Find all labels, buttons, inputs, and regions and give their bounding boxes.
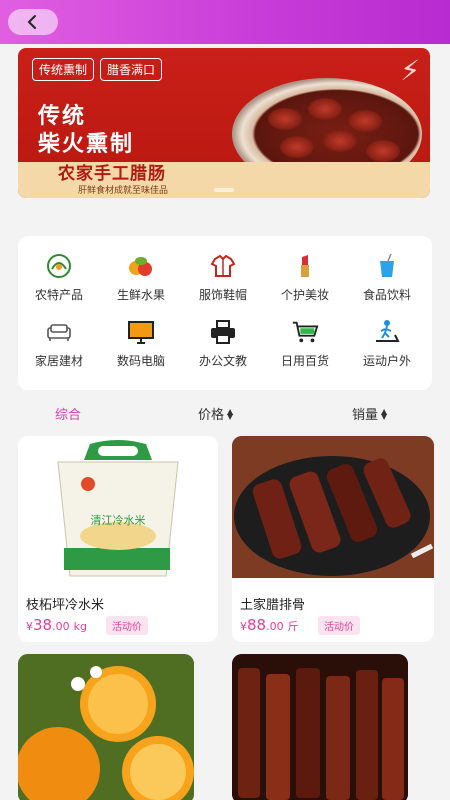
category-digital[interactable]: 数码电脑	[100, 318, 182, 378]
price-unit: kg	[73, 620, 87, 633]
category-office[interactable]: 办公文教	[182, 318, 264, 378]
category-label: 家居建材	[34, 354, 83, 368]
price-currency: ¥	[26, 620, 33, 633]
product-price: ¥ 88 .00 斤	[240, 616, 299, 634]
drink-cup-icon	[373, 252, 401, 280]
banner-fine-print: 肝鲜食材成就至味佳品	[78, 186, 169, 196]
banner-headline-line: 传统	[38, 103, 87, 129]
lipstick-icon	[291, 252, 319, 280]
product-card[interactable]: 土家腊排骨 ¥ 88 .00 斤 活动价	[232, 436, 434, 642]
price-unit: 斤	[287, 620, 299, 633]
category-label: 个护美妆	[280, 288, 329, 302]
sort-label: 综合	[55, 408, 82, 423]
category-label: 日用百货	[280, 354, 329, 368]
category-label: 运动户外	[362, 354, 411, 368]
product-image-cured-pork	[232, 654, 408, 800]
farm-product-icon	[45, 252, 73, 280]
category-food-drink[interactable]: 食品饮料	[346, 252, 428, 312]
clothing-icon	[209, 252, 237, 280]
promo-badge: 活动价	[318, 616, 360, 635]
banner-tag: 传统熏制	[32, 58, 95, 81]
category-fresh-fruit[interactable]: 生鲜水果	[100, 252, 182, 312]
price-decimal: .00	[52, 620, 70, 633]
lightning-icon: ⚡	[400, 54, 420, 87]
category-farm-products[interactable]: 农特产品	[18, 252, 100, 312]
banner-headline-line: 柴火熏制	[38, 131, 135, 157]
product-card[interactable]: 清江冷水米 枝柘坪冷水米 ¥ 38 .00 kg 活动价	[18, 436, 218, 642]
sausage-slice	[308, 98, 342, 120]
monitor-icon	[127, 318, 155, 346]
rice-bag-label: 清江冷水米	[90, 514, 146, 527]
category-label: 服饰鞋帽	[198, 288, 247, 302]
category-home-building[interactable]: 家居建材	[18, 318, 100, 378]
banner-headline: 传统 柴火熏制	[38, 102, 134, 158]
chevron-left-icon	[27, 15, 36, 29]
product-price: ¥ 38 .00 kg	[26, 616, 87, 634]
sausage-slice	[268, 108, 302, 130]
sort-comprehensive[interactable]: 综合	[55, 404, 81, 423]
category-label: 食品饮料	[362, 288, 411, 302]
sausage-slice	[323, 130, 357, 152]
product-title: 土家腊排骨	[240, 598, 306, 613]
sausage-slice	[348, 110, 382, 132]
product-image-oranges	[18, 654, 194, 800]
sort-label: 销量	[352, 408, 379, 423]
product-image-rice-bag	[18, 436, 218, 586]
sofa-icon	[45, 318, 73, 346]
sausage-slice	[280, 136, 314, 158]
category-label: 办公文教	[198, 354, 247, 368]
product-image-cured-ribs	[232, 436, 434, 578]
sort-sales[interactable]: 销量 ▲ ▼	[352, 404, 387, 423]
sort-price[interactable]: 价格 ▲ ▼	[198, 404, 233, 423]
banner-subhead: 农家手工腊肠	[58, 164, 166, 184]
shopping-cart-icon	[291, 318, 319, 346]
sort-label: 价格	[198, 408, 225, 423]
top-bar	[0, 0, 450, 44]
category-label: 数码电脑	[116, 354, 165, 368]
treadmill-icon	[373, 318, 401, 346]
banner-pager-indicator[interactable]	[214, 188, 234, 192]
product-card[interactable]	[18, 654, 194, 800]
banner-tag: 腊香满口	[100, 58, 163, 81]
category-label: 农特产品	[34, 288, 83, 302]
price-decimal: .00	[266, 620, 284, 633]
promo-banner[interactable]: 传统熏制 腊香满口 传统 柴火熏制 ⚡ 农家手工腊肠 肝鲜食材成就至味佳品	[18, 48, 430, 198]
sort-bar: 综合 价格 ▲ ▼ 销量 ▲ ▼	[0, 400, 450, 428]
category-daily-goods[interactable]: 日用百货	[264, 318, 346, 378]
fruit-icon	[127, 252, 155, 280]
sort-arrows-icon: ▲ ▼	[381, 406, 388, 421]
category-sports[interactable]: 运动户外	[346, 318, 428, 378]
printer-icon	[209, 318, 237, 346]
price-integer: 38	[33, 616, 53, 634]
sausage-slice	[366, 140, 400, 162]
category-beauty[interactable]: 个护美妆	[264, 252, 346, 312]
category-panel: 农特产品 生鲜水果 服饰鞋帽 个护美妆 食品饮料 家居建材 数码电脑 办公文教 …	[18, 236, 432, 390]
product-card[interactable]	[232, 654, 408, 800]
promo-badge: 活动价	[106, 616, 148, 635]
sort-arrows-icon: ▲ ▼	[227, 406, 234, 421]
banner-tags: 传统熏制 腊香满口	[32, 58, 163, 81]
price-integer: 88	[247, 616, 267, 634]
back-button[interactable]	[8, 9, 58, 35]
price-currency: ¥	[240, 620, 247, 633]
category-clothing[interactable]: 服饰鞋帽	[182, 252, 264, 312]
product-title: 枝柘坪冷水米	[26, 598, 105, 613]
category-label: 生鲜水果	[116, 288, 165, 302]
